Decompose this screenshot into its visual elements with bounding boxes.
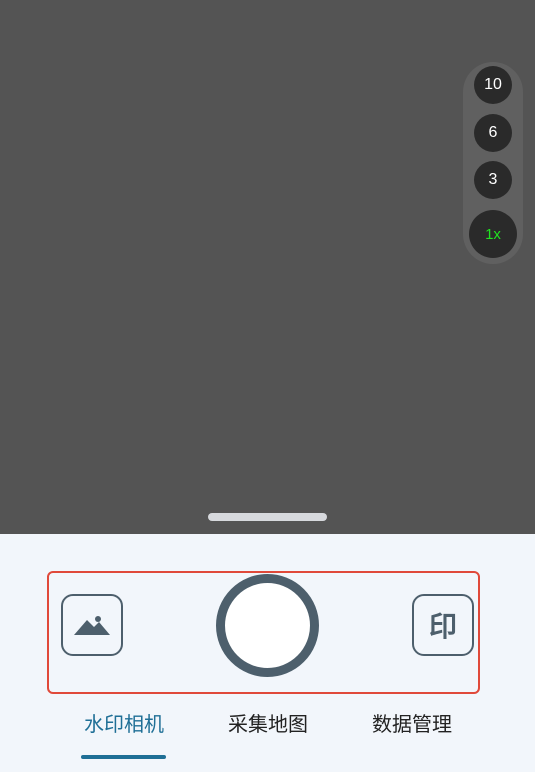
mountain-image-icon	[74, 616, 110, 635]
shutter-button[interactable]	[216, 574, 319, 677]
tab-data-management[interactable]: 数据管理	[356, 708, 468, 740]
camera-screen: 10 6 3 1x 印 水印相机 采集地图 数据管理	[0, 0, 535, 772]
tab-collection-map[interactable]: 采集地图	[212, 708, 324, 740]
drag-handle[interactable]	[208, 513, 327, 521]
gallery-button[interactable]	[61, 594, 123, 656]
active-tab-indicator	[81, 755, 166, 759]
tab-watermark-camera[interactable]: 水印相机	[68, 708, 180, 740]
zoom-selector: 10 6 3 1x	[463, 62, 523, 264]
zoom-6-button[interactable]: 6	[474, 114, 512, 152]
watermark-button[interactable]: 印	[412, 594, 474, 656]
camera-viewfinder[interactable]: 10 6 3 1x	[0, 0, 535, 534]
zoom-1x-button[interactable]: 1x	[469, 210, 517, 258]
zoom-10-button[interactable]: 10	[474, 66, 512, 104]
zoom-3-button[interactable]: 3	[474, 161, 512, 199]
